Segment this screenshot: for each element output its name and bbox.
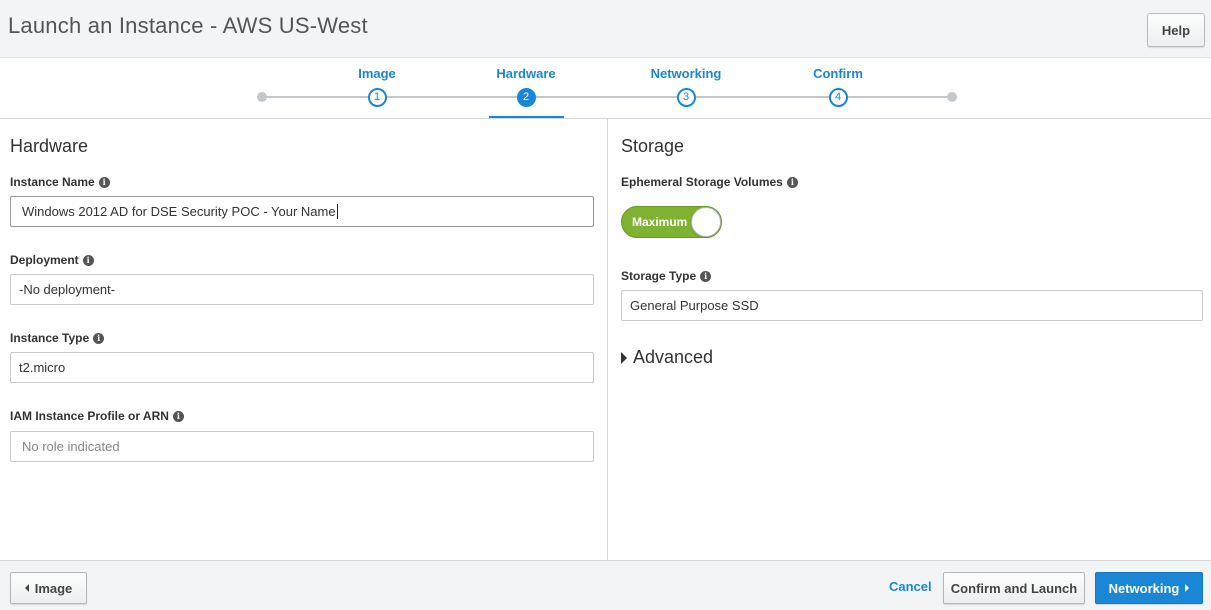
advanced-label: Advanced xyxy=(633,347,714,367)
hardware-section-title: Hardware xyxy=(10,136,89,156)
info-icon[interactable]: i xyxy=(172,410,184,422)
advanced-toggle[interactable]: Advanced xyxy=(621,347,713,368)
step-circle-image[interactable]: 1 xyxy=(367,88,387,107)
storage-section-title: Storage xyxy=(621,136,685,156)
wizard-start-dot xyxy=(257,92,267,102)
back-image-button[interactable]: Image xyxy=(10,572,87,604)
help-button[interactable]: Help xyxy=(1147,13,1205,47)
step-label-image[interactable]: Image xyxy=(327,66,427,81)
storage-type-select[interactable]: General Purpose SSD xyxy=(621,290,1203,321)
info-icon[interactable]: i xyxy=(93,332,105,344)
iam-profile-label-text: IAM Instance Profile or ARN xyxy=(10,409,169,423)
chevron-left-icon xyxy=(24,584,29,592)
column-divider xyxy=(607,119,608,561)
instance-name-label: Instance Name i xyxy=(10,175,110,189)
iam-profile-label: IAM Instance Profile or ARN i xyxy=(10,409,184,423)
toggle-label: Maximum xyxy=(632,215,688,229)
next-button-label: Networking xyxy=(1108,580,1180,596)
step-label-networking[interactable]: Networking xyxy=(636,66,736,81)
wizard-stepper: Image 1 Hardware 2 Networking 3 Confirm … xyxy=(0,58,1211,119)
instance-type-select[interactable]: t2.micro xyxy=(10,352,594,383)
step-label-hardware[interactable]: Hardware xyxy=(476,66,576,81)
info-icon[interactable]: i xyxy=(700,270,712,282)
storage-type-label-text: Storage Type xyxy=(621,269,697,283)
wizard-end-dot xyxy=(947,92,957,102)
ephemeral-storage-label-text: Ephemeral Storage Volumes xyxy=(621,175,783,189)
storage-type-label: Storage Type i xyxy=(621,269,712,283)
text-caret xyxy=(336,204,338,220)
confirm-and-launch-button[interactable]: Confirm and Launch xyxy=(943,572,1085,604)
instance-name-label-text: Instance Name xyxy=(10,175,95,189)
step-circle-hardware[interactable]: 2 xyxy=(516,88,536,107)
cancel-link[interactable]: Cancel xyxy=(889,579,932,594)
step-label-confirm[interactable]: Confirm xyxy=(788,66,888,81)
footer-bar: Image Cancel Confirm and Launch Networki… xyxy=(0,560,1211,610)
info-icon[interactable]: i xyxy=(98,176,110,188)
deployment-label-text: Deployment xyxy=(10,253,79,267)
deployment-select[interactable]: -No deployment- xyxy=(10,274,594,305)
page-title: Launch an Instance - AWS US-West xyxy=(8,13,368,38)
header-bar: Launch an Instance - AWS US-West Help xyxy=(0,0,1211,58)
step-circle-confirm[interactable]: 4 xyxy=(828,88,848,107)
instance-name-value: Windows 2012 AD for DSE Security POC - Y… xyxy=(22,204,336,219)
triangle-right-icon xyxy=(621,351,627,364)
iam-profile-input[interactable]: No role indicated xyxy=(10,431,594,462)
deployment-label: Deployment i xyxy=(10,253,94,267)
instance-type-label-text: Instance Type xyxy=(10,331,90,345)
info-icon[interactable]: i xyxy=(786,176,798,188)
ephemeral-storage-toggle[interactable]: Maximum xyxy=(621,206,722,238)
chevron-right-icon xyxy=(1185,584,1190,592)
toggle-knob[interactable] xyxy=(691,207,721,237)
next-networking-button[interactable]: Networking xyxy=(1095,572,1203,604)
wizard-track xyxy=(261,96,953,98)
active-step-indicator xyxy=(489,116,564,118)
info-icon[interactable]: i xyxy=(82,254,94,266)
step-circle-networking[interactable]: 3 xyxy=(676,88,696,107)
back-button-label: Image xyxy=(34,580,73,596)
ephemeral-storage-label: Ephemeral Storage Volumes i xyxy=(621,175,798,189)
instance-name-input[interactable]: Windows 2012 AD for DSE Security POC - Y… xyxy=(10,196,594,227)
instance-type-label: Instance Type i xyxy=(10,331,105,345)
